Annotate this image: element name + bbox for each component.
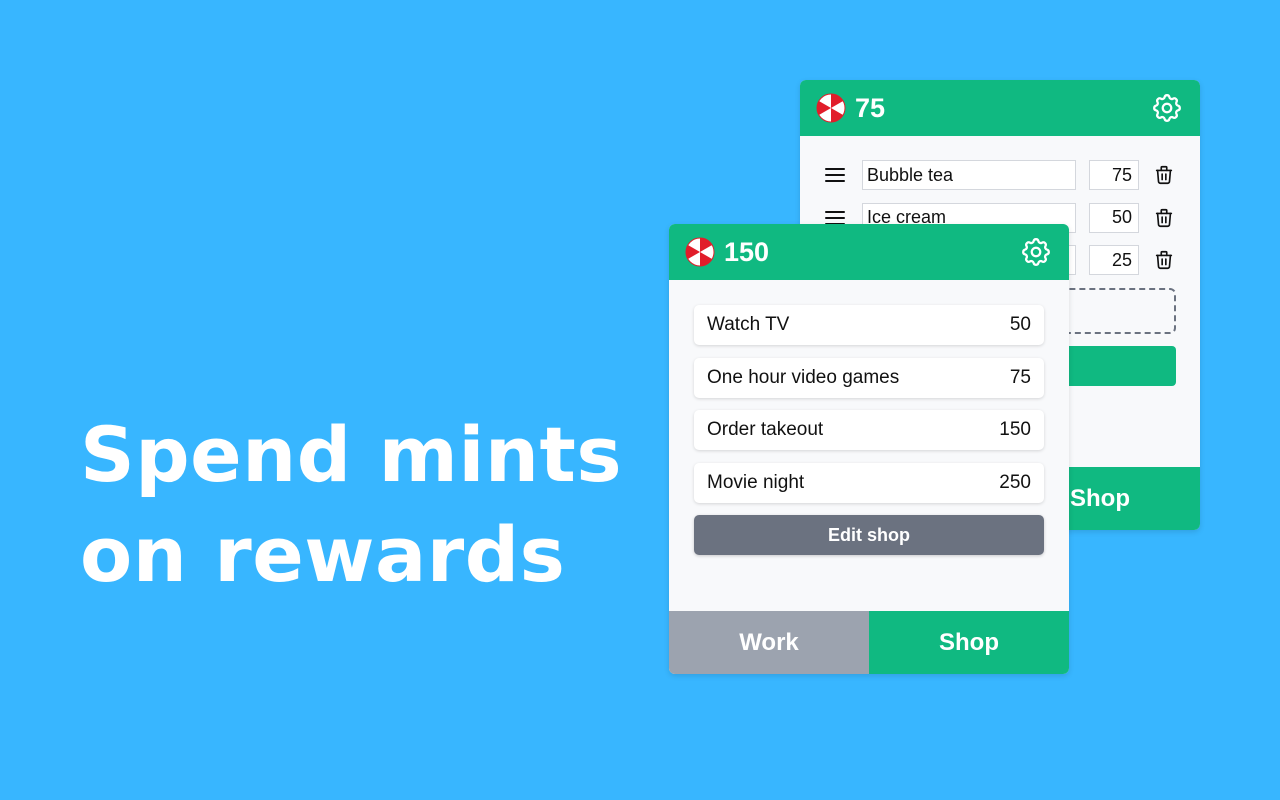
shop-item-name: Watch TV (707, 314, 790, 335)
item-price-input[interactable] (1089, 245, 1139, 275)
shop-item-price: 250 (999, 471, 1031, 493)
edit-item-row (824, 160, 1176, 190)
shop-item-price: 150 (999, 419, 1031, 440)
shop-item-price: 50 (1009, 314, 1031, 335)
edit-shop-button[interactable]: Edit shop (694, 515, 1044, 555)
shop-panel: 150 Watch TV 50 One hour video games 75 … (669, 224, 1069, 674)
headline-line-2: on rewards (80, 510, 566, 599)
shop-item[interactable]: Movie night 250 (694, 462, 1044, 503)
shop-item[interactable]: One hour video games 75 (694, 357, 1044, 398)
tab-shop[interactable]: Shop (869, 611, 1069, 674)
item-name-input[interactable] (862, 160, 1076, 190)
drag-handle-icon[interactable] (824, 164, 846, 186)
shop-item[interactable]: Watch TV 50 (694, 305, 1044, 345)
trash-icon[interactable] (1153, 249, 1175, 271)
peppermint-candy-icon (685, 237, 715, 267)
shop-item[interactable]: Order takeout 150 (694, 410, 1044, 450)
tab-bar: Work Shop (669, 611, 1069, 674)
mint-balance: 75 (855, 92, 886, 123)
gear-icon[interactable] (1019, 235, 1053, 269)
headline-line-1: Spend mints (80, 410, 623, 499)
tab-work[interactable]: Work (669, 611, 869, 674)
gear-icon[interactable] (1150, 91, 1184, 125)
shop-item-name: Movie night (707, 471, 805, 493)
panel-header: 75 (800, 80, 1200, 136)
mint-balance: 150 (724, 236, 770, 267)
trash-icon[interactable] (1153, 207, 1175, 229)
shop-item-name: One hour video games (707, 366, 900, 388)
item-price-input[interactable] (1089, 160, 1139, 190)
shop-item-price: 75 (1009, 366, 1031, 388)
trash-icon[interactable] (1153, 164, 1175, 186)
shop-item-list: Watch TV 50 One hour video games 75 Orde… (669, 280, 1069, 555)
headline: Spend mints on rewards (80, 405, 622, 605)
shop-item-name: Order takeout (707, 419, 824, 440)
panel-header: 150 (669, 224, 1069, 280)
item-price-input[interactable] (1089, 202, 1139, 233)
peppermint-candy-icon (816, 93, 846, 123)
